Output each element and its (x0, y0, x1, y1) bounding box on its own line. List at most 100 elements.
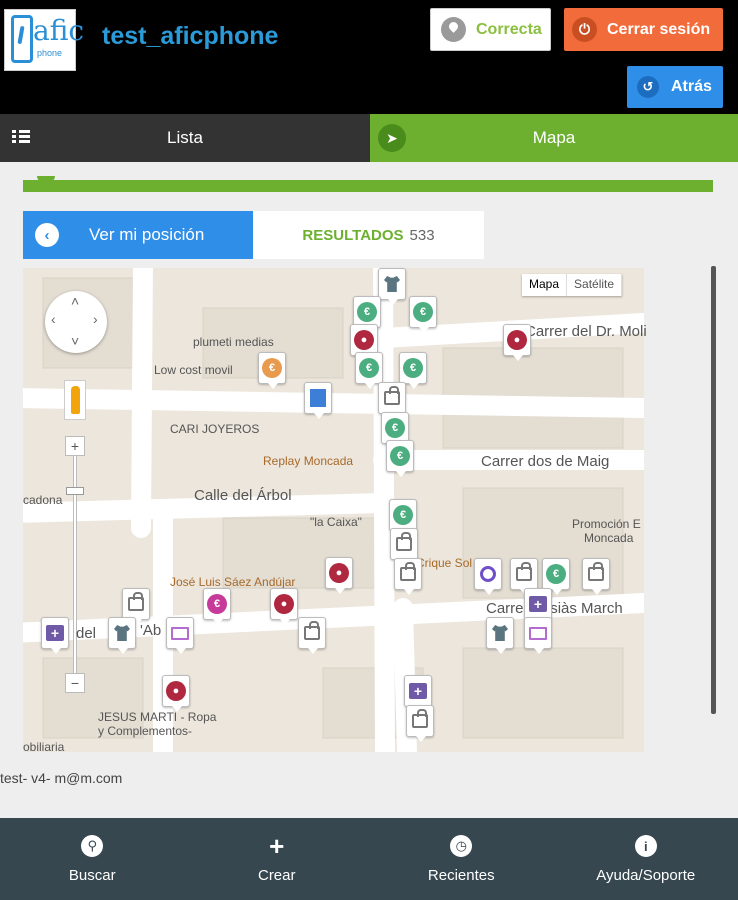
map-marker-pharmacy[interactable]: + (404, 675, 432, 712)
euro-icon: € (359, 358, 379, 378)
street-view-pegman-icon[interactable] (64, 380, 86, 420)
pan-up-icon[interactable]: ˄ (71, 293, 79, 309)
map-marker-grocery[interactable]: ● (325, 557, 353, 594)
euro-icon: € (546, 564, 566, 584)
nav-crear-label: Crear (257, 867, 296, 884)
nav-buscar[interactable]: ⚲ Buscar (0, 818, 185, 900)
map-marker-pharmacy[interactable]: + (41, 617, 69, 654)
pan-control[interactable]: ˄ ˅ ‹ › (45, 291, 107, 353)
ver-mi-posicion-button[interactable]: ‹ Ver mi posición (23, 211, 253, 259)
plus-icon: + (269, 830, 285, 861)
euro-icon: € (262, 358, 282, 378)
scrollbar[interactable] (711, 266, 716, 714)
map-type-mapa[interactable]: Mapa (522, 274, 568, 296)
street-label: del (76, 625, 97, 642)
logout-label: Cerrar sesión (607, 20, 711, 38)
medical-kit-icon: + (46, 625, 64, 641)
map-marker-shop[interactable] (378, 382, 406, 419)
map-marker-bank[interactable]: € (409, 296, 437, 333)
zoom-out-button[interactable]: − (65, 673, 85, 693)
map-view[interactable] (23, 268, 644, 752)
map-label: y Complementos- (98, 724, 193, 738)
location-pin-icon (441, 17, 466, 42)
map-marker-pharmacy[interactable]: + (524, 588, 552, 625)
map-marker-shop[interactable] (122, 588, 150, 625)
nav-crear[interactable]: + Crear (185, 818, 370, 900)
shopping-bag-icon (128, 592, 144, 611)
map-marker-bank[interactable]: € (389, 499, 417, 536)
tab-lista[interactable]: Lista (0, 114, 370, 162)
search-icon: ⚲ (81, 835, 104, 857)
map-marker-bank[interactable]: € (386, 440, 414, 477)
tab-lista-label: Lista (167, 128, 203, 147)
map-marker-finance[interactable]: € (203, 588, 231, 625)
map-marker-bank[interactable]: € (399, 352, 427, 389)
map-marker-bank[interactable]: € (355, 352, 383, 389)
zoom-in-button[interactable]: + (65, 436, 85, 456)
chevron-left-icon: ‹ (35, 223, 59, 247)
apple-icon: ● (329, 563, 349, 583)
map-type-control[interactable]: Mapa Satélite (522, 274, 623, 296)
apple-icon: ● (507, 330, 527, 350)
shopping-bag-icon (412, 709, 428, 728)
map-marker-shop[interactable] (510, 558, 538, 595)
map-label: Low cost movil (154, 363, 233, 377)
street-label: Carrer dos de Maig (481, 453, 610, 470)
undo-icon: ↺ (637, 76, 659, 98)
map-marker-shop[interactable] (390, 528, 418, 565)
map-marker-office[interactable] (304, 382, 332, 419)
app-header: afic phone test_aficphone Correcta ⏻ Cer… (0, 0, 738, 114)
back-button[interactable]: ↺ Atrás (627, 66, 723, 108)
map-marker-jewelry[interactable] (474, 558, 502, 595)
back-label: Atrás (671, 78, 712, 95)
clock-icon: ◷ (450, 835, 473, 857)
map-label: obiliaria (23, 740, 65, 754)
map-label: cadona (23, 493, 63, 507)
nav-buscar-label: Buscar (68, 867, 116, 884)
tab-mapa-label: Mapa (532, 128, 576, 147)
map-marker-grocery[interactable]: ● (270, 588, 298, 625)
shirt-icon (492, 625, 508, 641)
pan-down-icon[interactable]: ˅ (71, 333, 79, 349)
bottom-nav: ⚲ Buscar + Crear ◷ Recientes i Ayuda/Sop… (0, 818, 738, 900)
euro-icon: € (207, 594, 227, 614)
street-label: Calle del Árbol (194, 487, 292, 504)
shirt-icon (384, 276, 400, 292)
map-type-satelite[interactable]: Satélite (567, 274, 623, 296)
tab-mapa[interactable]: ➤ Mapa (370, 114, 738, 162)
map-marker-bank[interactable]: € (542, 558, 570, 595)
map-marker-grocery[interactable]: ● (162, 675, 190, 712)
page-title: test_aficphone (102, 22, 279, 50)
street-label: Carrer Ausiàs March (486, 600, 623, 617)
map-marker-finance[interactable]: € (258, 352, 286, 389)
map-marker-shop[interactable] (582, 558, 610, 595)
map-marker-clothing[interactable] (378, 268, 406, 305)
monitor-icon (171, 626, 189, 640)
map-marker-electronics[interactable] (524, 617, 552, 654)
shopping-bag-icon (588, 562, 604, 581)
zoom-slider-handle[interactable] (66, 487, 84, 495)
correcta-button[interactable]: Correcta (430, 8, 551, 51)
results-counter: RESULTADOS 533 (253, 211, 484, 259)
info-icon: i (634, 835, 657, 857)
logout-button[interactable]: ⏻ Cerrar sesión (564, 8, 723, 51)
euro-icon: € (413, 302, 433, 322)
euro-icon: € (390, 446, 410, 466)
euro-icon: € (393, 505, 413, 525)
map-marker-clothing[interactable] (486, 617, 514, 654)
shopping-bag-icon (396, 532, 412, 551)
map-marker-shop[interactable] (394, 558, 422, 595)
nav-recientes[interactable]: ◷ Recientes (369, 818, 554, 900)
map-marker-electronics[interactable] (166, 617, 194, 654)
map-marker-shop[interactable] (406, 705, 434, 742)
map-marker-grocery[interactable]: ● (503, 324, 531, 361)
pan-right-icon[interactable]: › (93, 311, 98, 327)
map-label: Crique Sol (416, 556, 473, 570)
map-marker-shop[interactable] (298, 617, 326, 654)
pan-left-icon[interactable]: ‹ (51, 311, 56, 327)
euro-icon: € (403, 358, 423, 378)
euro-icon: € (385, 418, 405, 438)
nav-ayuda[interactable]: i Ayuda/Soporte (554, 818, 738, 900)
street-label: 'Ab (140, 622, 162, 639)
map-marker-clothing[interactable] (108, 617, 136, 654)
